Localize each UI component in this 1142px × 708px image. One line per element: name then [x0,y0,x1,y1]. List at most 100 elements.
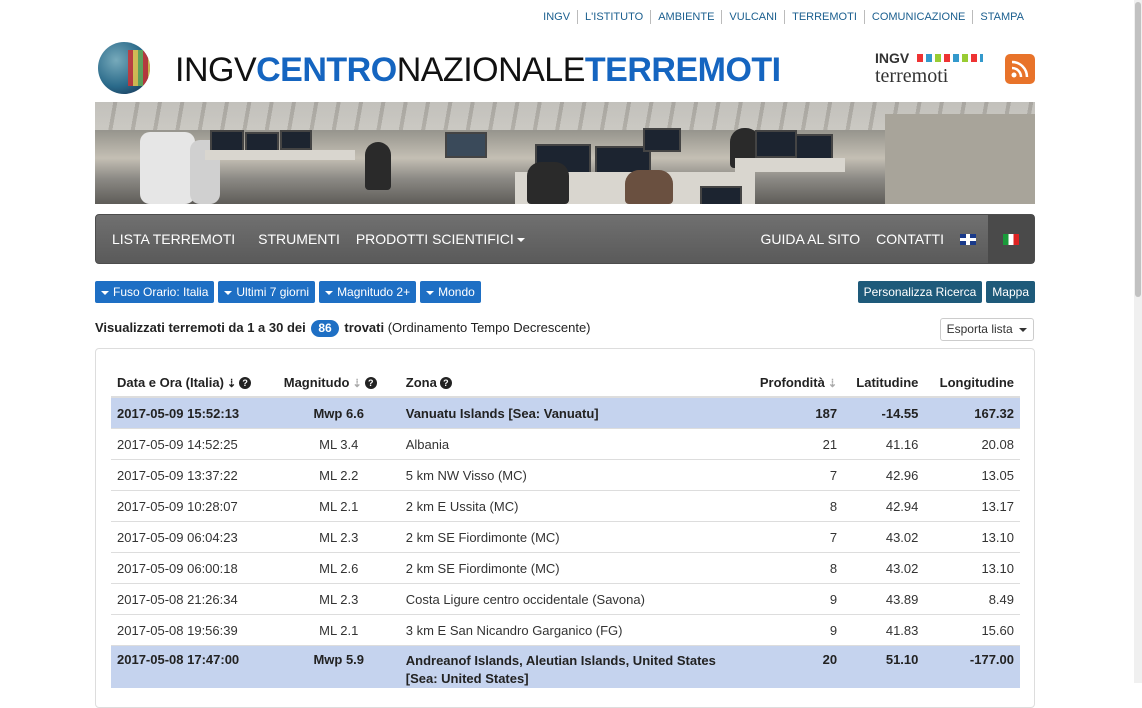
nav-prodotti-scientifici[interactable]: PRODOTTI SCIENTIFICI [348,215,533,263]
top-link-terremoti[interactable]: TERREMOTI [784,10,864,24]
chevron-down-icon [1019,327,1027,332]
lang-english[interactable] [952,215,988,263]
cell-date: 2017-05-09 10:28:07 [111,490,278,522]
help-icon[interactable]: ? [239,377,252,390]
nav-contatti[interactable]: CONTATTI [868,215,952,263]
cell-longitude: 8.49 [924,583,1020,615]
top-link-vulcani[interactable]: VULCANI [721,10,784,24]
cell-depth: 8 [745,490,844,522]
col-header-magnitude[interactable]: Magnitudo ⇣? [277,368,400,398]
table-row[interactable]: 2017-05-08 19:56:39 ML 2.1 3 km E San Nica… [111,614,1020,646]
lang-italian[interactable] [988,215,1034,263]
col-header-zone-label: Zona [405,374,437,390]
filter-period-button[interactable]: Ultimi 7 giorni [218,281,316,303]
summary-found: trovati [344,320,385,335]
results-summary: Visualizzati terremoti da 1 a 30 dei 86 … [95,319,591,337]
scrollbar-thumb[interactable] [1135,2,1141,297]
cell-zone[interactable]: 2 km SE Fiordimonte (MC) [399,521,746,553]
cell-latitude: 43.02 [843,552,925,584]
page-scrollbar[interactable] [1134,0,1142,683]
filter-period-label: Ultimi 7 giorni [236,285,310,299]
filter-region-button[interactable]: Mondo [420,281,481,303]
table-header-row: Data e Ora (Italia) ⇣? Magnitudo ⇣? Zona? … [111,368,1020,398]
table-row[interactable]: 2017-05-09 06:00:18 ML 2.6 2 km SE Fiordim… [111,552,1020,584]
cell-zone[interactable]: 2 km SE Fiordimonte (MC) [399,552,746,584]
custom-search-button[interactable]: Personalizza Ricerca [857,281,983,303]
help-icon[interactable]: ? [439,377,452,390]
ingv-terremoti-brand[interactable]: INGV terremoti [875,50,987,90]
help-icon[interactable]: ? [364,377,377,390]
cell-latitude: 41.83 [843,614,925,646]
caret-down-icon [101,290,109,295]
cell-zone[interactable]: Andreanof Islands, Aleutian Islands, Uni… [399,645,746,688]
top-link-comunicazione[interactable]: COMUNICAZIONE [863,10,973,24]
cell-longitude: 13.10 [924,552,1020,584]
cell-longitude: 20.08 [924,428,1020,460]
table-row[interactable]: 2017-05-09 10:28:07 ML 2.1 2 km E Ussita (… [111,490,1020,522]
table-row[interactable]: 2017-05-09 13:37:22 ML 2.2 5 km NW Visso (… [111,459,1020,491]
cell-magnitude: ML 2.1 [277,614,400,646]
cell-zone[interactable]: 3 km E San Nicandro Garganico (FG) [399,614,746,646]
site-title[interactable]: INGVCENTRONAZIONALETERREMOTI [175,50,781,90]
caret-down-icon [426,290,435,295]
filter-magnitude-label: Magnitudo 2+ [337,285,411,299]
table-row[interactable]: 2017-05-08 17:47:00 Mwp 5.9 Andreanof Isla… [111,645,1020,688]
col-header-depth-label: Profondità [759,374,825,390]
cell-magnitude: ML 2.3 [277,521,400,553]
italy-flag-icon [1003,233,1019,245]
col-header-zone[interactable]: Zona? [399,368,746,398]
cell-zone[interactable]: 2 km E Ussita (MC) [399,490,746,522]
cell-magnitude: ML 3.4 [277,428,400,460]
nav-guida-al-sito[interactable]: GUIDA AL SITO [752,215,868,263]
cell-magnitude: Mwp 6.6 [277,396,400,429]
cell-date: 2017-05-09 15:52:13 [111,396,278,429]
col-header-magnitude-label: Magnitudo [283,374,350,390]
site-header: INGVCENTRONAZIONALETERREMOTI INGV terrem… [95,40,1035,98]
filter-timezone-button[interactable]: Fuso Orario: Italia [95,281,215,303]
summary-order: (Ordinamento Tempo Decrescente) [387,320,591,335]
cell-date: 2017-05-08 17:47:00 [111,645,278,688]
cell-zone[interactable]: Albania [399,428,746,460]
map-button[interactable]: Mappa [986,281,1035,303]
export-list-dropdown[interactable]: Esporta lista [939,318,1034,341]
filter-region-label: Mondo [438,285,475,299]
sort-icon[interactable]: ⇣ [352,378,361,390]
results-count-badge: 86 [311,320,339,337]
cell-magnitude: ML 2.1 [277,490,400,522]
col-header-depth[interactable]: Profondità ⇣ [745,368,844,398]
cell-depth: 9 [745,583,844,615]
nav-prodotti-label: PRODOTTI SCIENTIFICI [355,231,514,247]
cell-date: 2017-05-09 06:04:23 [111,521,278,553]
cell-date: 2017-05-08 21:26:34 [111,583,278,615]
cell-date: 2017-05-08 19:56:39 [111,614,278,646]
sort-icon[interactable]: ⇣ [828,378,837,390]
cell-depth: 7 [745,521,844,553]
table-row[interactable]: 2017-05-09 15:52:13 Mwp 6.6 Vanuatu Island… [111,396,1020,429]
rss-icon[interactable] [1005,54,1035,84]
action-buttons: Personalizza Ricerca Mappa [857,281,1035,303]
cell-longitude: 13.17 [924,490,1020,522]
sort-desc-icon[interactable]: ⇣ [227,378,236,390]
filter-magnitude-button[interactable]: Magnitudo 2+ [319,281,417,303]
summary-prefix: Visualizzati terremoti da 1 a 30 dei [95,320,306,335]
top-link-stampa[interactable]: STAMPA [972,10,1031,24]
top-link-ingv[interactable]: INGV [536,10,577,24]
cell-magnitude: Mwp 5.9 [277,645,400,688]
table-row[interactable]: 2017-05-09 14:52:25 ML 3.4 Albania 21 41.16 2… [111,428,1020,460]
nav-strumenti[interactable]: STRUMENTI [250,215,348,263]
table-row[interactable]: 2017-05-08 21:26:34 ML 2.3 Costa Ligure ce… [111,583,1020,615]
earthquake-table-panel: Data e Ora (Italia) ⇣? Magnitudo ⇣? Zona? … [95,348,1035,708]
top-link-ambiente[interactable]: AMBIENTE [650,10,721,24]
cell-zone[interactable]: 5 km NW Visso (MC) [399,459,746,491]
col-header-date[interactable]: Data e Ora (Italia) ⇣? [111,368,278,398]
cell-date: 2017-05-09 06:00:18 [111,552,278,584]
ingv-logo-icon[interactable] [98,42,150,94]
top-link-istituto[interactable]: L'ISTITUTO [577,10,650,24]
cell-depth: 9 [745,614,844,646]
col-header-date-label: Data e Ora (Italia) [117,374,224,390]
cell-zone[interactable]: Vanuatu Islands [Sea: Vanuatu] [399,396,746,429]
table-row[interactable]: 2017-05-09 06:04:23 ML 2.3 2 km SE Fiordim… [111,521,1020,553]
filter-timezone-label: Fuso Orario: Italia [113,285,209,299]
cell-zone[interactable]: Costa Ligure centro occidentale (Savona) [399,583,746,615]
nav-lista-terremoti[interactable]: LISTA TERREMOTI [96,215,250,263]
